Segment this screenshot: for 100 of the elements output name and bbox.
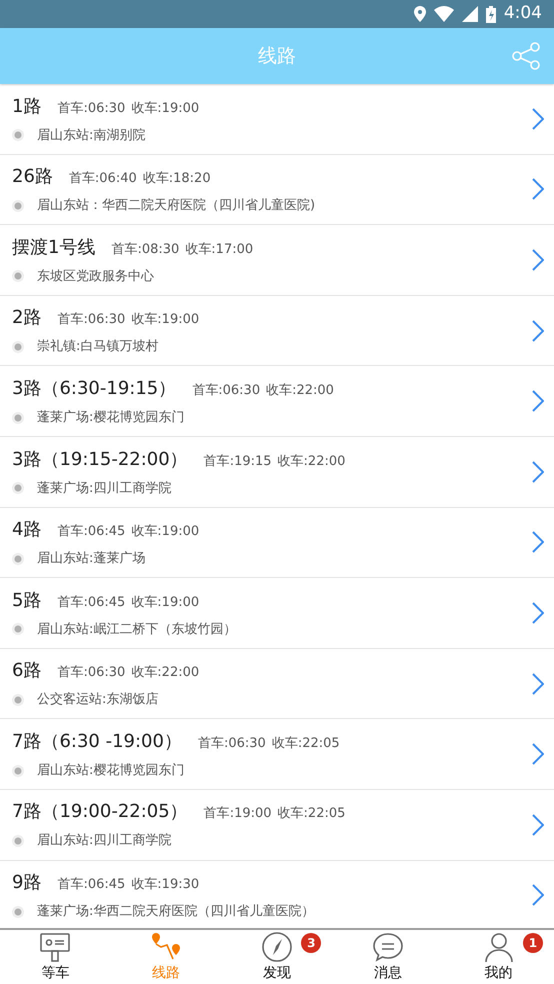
stop-dot-icon: [12, 835, 24, 848]
terminal-stops: 眉山东站:四川工商学院: [37, 832, 172, 850]
last-bus-time: 收车:22:05: [278, 805, 346, 824]
last-bus-time: 收车:19:00: [131, 311, 200, 330]
route-name: 9路: [12, 871, 42, 896]
share-button[interactable]: [510, 40, 542, 72]
stop-dot-icon: [12, 270, 24, 282]
chevron-right-icon: [532, 248, 544, 271]
route-name: 3路（6:30-19:15）: [12, 376, 176, 401]
chevron-right-icon: [532, 672, 544, 695]
last-bus-time: 收车:22:00: [131, 664, 200, 682]
tab-item[interactable]: 我的 1: [443, 930, 554, 984]
route-row[interactable]: 1路 首车:06:30 收车:19:00 眉山东站:南湖别院: [0, 84, 554, 155]
route-row[interactable]: 6路 首车:06:30 收车:22:00 公交客运站:东湖饭店: [0, 648, 554, 720]
chevron-right-icon: [532, 108, 544, 130]
route-row[interactable]: 7路（6:30 -19:00） 首车:06:30 收车:22:05 眉山东站:樱花博览园东门: [0, 719, 554, 790]
chevron-right-icon: [532, 531, 544, 554]
last-bus-time: 收车:19:00: [131, 523, 200, 542]
stop-dot-icon: [12, 694, 24, 706]
first-bus-time: 首车:19:00: [204, 805, 272, 824]
last-bus-time: 收车:19:00: [131, 594, 200, 612]
stop-dot-icon: [12, 129, 24, 142]
first-bus-time: 首车:06:30: [57, 664, 126, 682]
terminal-stops: 蓬莱广场:樱花博览园东门: [37, 408, 184, 427]
tab-item[interactable]: 等车: [0, 930, 111, 984]
wifi-icon: [434, 6, 454, 22]
last-bus-time: 收车:22:05: [272, 734, 340, 753]
first-bus-time: 首车:06:30: [57, 100, 126, 118]
route-row[interactable]: 摆渡1号线 首车:08:30 收车:17:00 东坡区党政服务中心: [0, 225, 554, 296]
first-bus-time: 首车:06:45: [57, 523, 126, 542]
terminal-stops: 蓬莱广场:四川工商学院: [37, 480, 172, 498]
route-row[interactable]: 3路（19:15-22:00） 首车:19:15 收车:22:00 蓬莱广场:四川工商学院: [0, 436, 554, 508]
last-bus-time: 收车:19:00: [131, 100, 200, 118]
route-row[interactable]: 2路 首车:06:30 收车:19:00 崇礼镇:白马镇万坡村: [0, 296, 554, 366]
chevron-right-icon: [532, 178, 544, 200]
share-icon: [511, 41, 541, 71]
chevron-right-icon: [532, 320, 544, 342]
route-name: 5路: [12, 588, 42, 613]
last-bus-time: 收车:17:00: [185, 240, 254, 259]
last-bus-time: 收车:19:30: [131, 876, 200, 894]
route-name: 1路: [12, 94, 42, 119]
stop-dot-icon: [12, 341, 24, 354]
notification-badge: 3: [301, 933, 322, 953]
terminal-stops: 眉山东站:樱花博览园东门: [37, 762, 184, 780]
terminal-stops: 公交客运站:东湖饭店: [37, 691, 158, 710]
stop-dot-icon: [12, 906, 24, 918]
route-name: 7路（19:00-22:05）: [12, 800, 188, 824]
route-name: 3路（19:15-22:00）: [12, 448, 188, 472]
chevron-right-icon: [532, 743, 544, 766]
route-name: 2路: [12, 306, 42, 330]
last-bus-time: 收车:22:00: [278, 452, 346, 471]
route-name: 4路: [12, 518, 42, 542]
first-bus-time: 首车:06:45: [57, 594, 126, 612]
first-bus-time: 首车:08:30: [111, 240, 180, 259]
stop-dot-icon: [12, 200, 24, 212]
person-icon: [482, 930, 515, 962]
route-row[interactable]: 4路 首车:06:45 收车:19:00 眉山东站:蓬莱广场: [0, 508, 554, 578]
terminal-stops: 眉山东站:岷江二桥下（东坡竹园）: [37, 620, 236, 639]
chat-bubble-icon: [372, 930, 404, 962]
compass-icon: [260, 930, 293, 962]
terminal-stops: 眉山东站:南湖别院: [37, 126, 146, 145]
stop-dot-icon: [12, 412, 24, 424]
tab-item[interactable]: 发现 3: [222, 930, 332, 984]
terminal-stops: 眉山东站:蓬莱广场: [37, 550, 146, 568]
last-bus-time: 收车:18:20: [142, 170, 211, 188]
stop-dot-icon: [12, 764, 24, 777]
first-bus-time: 首车:06:45: [57, 876, 126, 894]
status-time: 4:04: [504, 2, 542, 26]
terminal-stops: 东坡区党政服务中心: [37, 268, 154, 286]
chevron-right-icon: [532, 814, 544, 836]
terminal-stops: 蓬莱广场:华西二院天府医院（四川省儿童医院）: [37, 903, 314, 922]
chevron-right-icon: [532, 602, 544, 624]
chevron-right-icon: [532, 460, 544, 483]
tab-item[interactable]: 消息: [332, 930, 444, 984]
route-row[interactable]: 26路 首车:06:40 收车:18:20 眉山东站：华西二院天府医院（四川省儿童医院): [0, 154, 554, 226]
first-bus-time: 首车:06:30: [192, 382, 260, 400]
route-row[interactable]: 7路（19:00-22:05） 首车:19:00 收车:22:05 眉山东站:四川工商学院: [0, 790, 554, 861]
stop-dot-icon: [12, 552, 24, 565]
terminal-stops: 眉山东站：华西二院天府医院（四川省儿童医院): [37, 197, 316, 216]
route-name: 摆渡1号线: [12, 236, 96, 260]
signal-icon: [462, 6, 478, 22]
route-name: 6路: [12, 659, 42, 684]
first-bus-time: 首车:19:15: [204, 452, 272, 471]
stop-dot-icon: [12, 482, 24, 494]
route-row[interactable]: 5路 首车:06:45 收车:19:00 眉山东站:岷江二桥下（东坡竹园）: [0, 578, 554, 649]
first-bus-time: 首车:06:30: [57, 311, 126, 330]
chevron-right-icon: [532, 884, 544, 906]
notification-badge: 1: [522, 933, 543, 953]
route-pins-icon: [150, 930, 182, 962]
chevron-right-icon: [532, 390, 544, 412]
route-row[interactable]: 3路（6:30-19:15） 首车:06:30 收车:22:00 蓬莱广场:樱花博览园东门: [0, 366, 554, 437]
route-name: 7路（6:30 -19:00）: [12, 730, 182, 754]
terminal-stops: 崇礼镇:白马镇万坡村: [37, 338, 158, 356]
location-icon: [414, 6, 426, 22]
stop-dot-icon: [12, 623, 24, 636]
battery-icon: [486, 6, 496, 22]
first-bus-time: 首车:06:30: [198, 734, 266, 753]
bus-stop-sign-icon: [39, 930, 72, 962]
route-name: 26路: [12, 165, 53, 190]
page-title: 线路: [258, 44, 296, 69]
